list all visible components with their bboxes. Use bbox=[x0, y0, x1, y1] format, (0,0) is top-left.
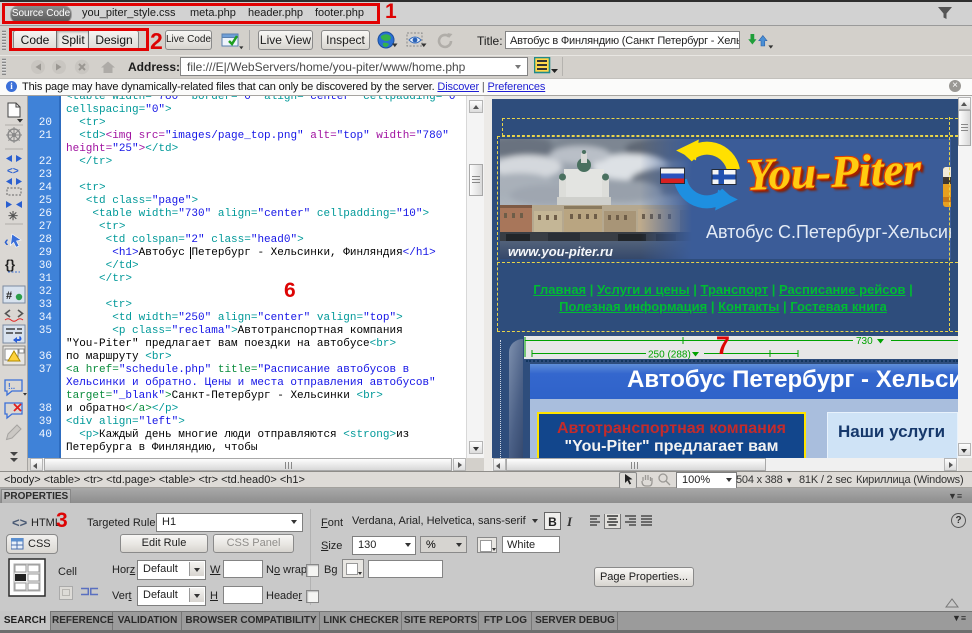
svg-text:!..: !.. bbox=[8, 382, 15, 391]
svg-text:{}: {} bbox=[5, 257, 15, 272]
svg-text:✳: ✳ bbox=[8, 209, 18, 223]
svg-text:<>: <> bbox=[7, 166, 19, 177]
svg-text:‹: ‹ bbox=[4, 233, 9, 249]
svg-text:#: # bbox=[6, 290, 12, 302]
svg-text:250 (288): 250 (288) bbox=[648, 350, 691, 360]
svg-text:730: 730 bbox=[856, 336, 873, 347]
